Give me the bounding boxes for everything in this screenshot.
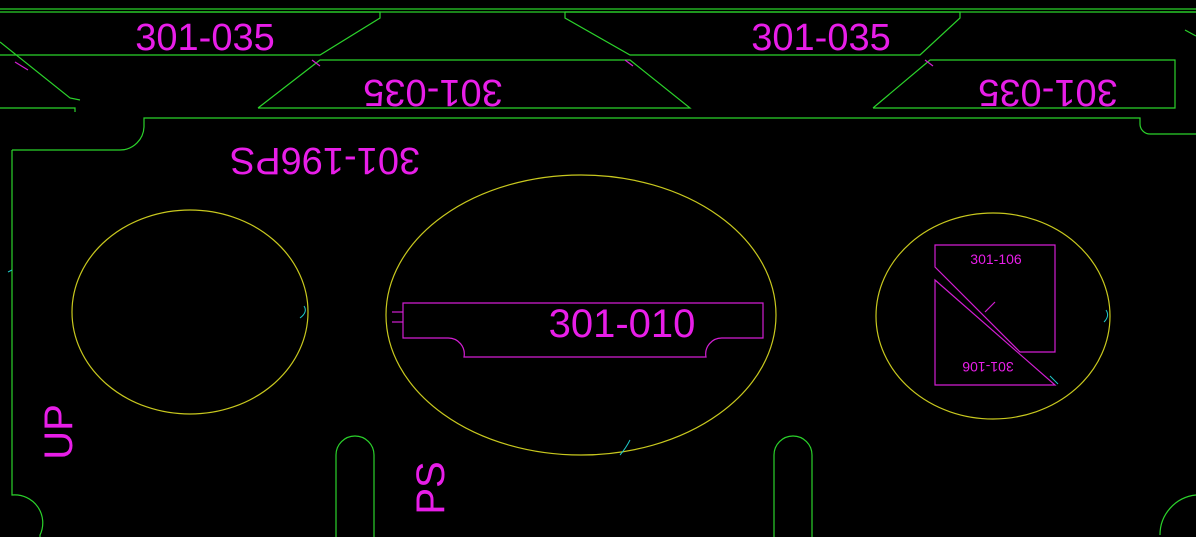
lead-in-marker [299,305,306,319]
part-outline-left-lower [0,107,76,112]
orientation-label: UP [37,404,81,460]
part-label-inverted: 301-035 [363,71,502,113]
lead-in-marker [1103,309,1109,323]
orientation-label: PS [409,461,453,514]
part-label: 301-010 [549,302,696,346]
tab-mark [984,301,996,313]
cad-drawing: 301-035 301-035 301-035 301-035 301-196P… [0,8,1196,537]
cad-nesting-view: 301-035 301-035 301-035 301-035 301-196P… [0,0,1196,537]
part-label-inverted: 301-035 [978,71,1117,113]
cut-circle-right [875,212,1111,420]
lead-in-marker [1049,375,1059,385]
part-label-inverted: 301-106 [962,359,1014,375]
plate-id-label: 301-196PS [230,139,420,181]
part-label: 301-035 [135,17,274,59]
part-label: 301-035 [751,17,890,59]
lead-in-marker [619,439,631,456]
cut-circle-left [71,209,309,415]
part-label: 301-106 [970,251,1022,267]
part-outline-left-stub [0,41,81,101]
part-outline-right-edge [1184,29,1196,37]
